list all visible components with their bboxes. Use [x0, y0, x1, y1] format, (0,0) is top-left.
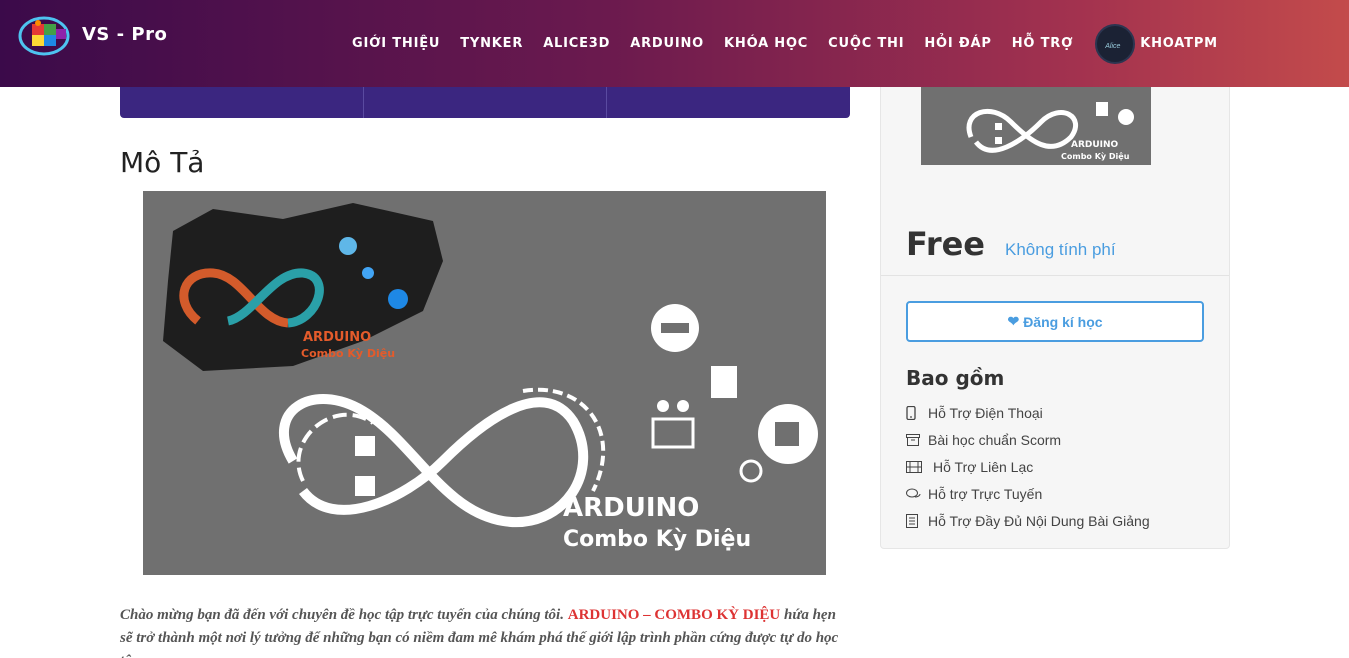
- course-banner-image: ARDUINO Combo Kỳ Diệu ARDUINO Combo Kỳ D…: [143, 191, 826, 575]
- chat-icon: [906, 488, 928, 500]
- brand-name: VS - Pro: [82, 24, 168, 45]
- top-navigation-bar: VS - Pro GIỚI THIỆU TYNKER ALICE3D ARDUI…: [0, 0, 1349, 87]
- archive-icon: [906, 433, 928, 446]
- heart-icon: ❤: [1007, 313, 1020, 329]
- arduino-thumb-graphic: ARDUINO Combo Kỳ Diệu: [966, 102, 1134, 161]
- list-item: Hỗ Trợ Đầy Đủ Nội Dung Bài Giảng: [906, 507, 1150, 534]
- course-sidebar-card: ARDUINO Combo Kỳ Diệu Free Không tính ph…: [880, 60, 1230, 549]
- nav-item-hoi-dap[interactable]: HỎI ĐÁP: [924, 36, 991, 51]
- list-item: Hỗ Trợ Liên Lạc: [906, 453, 1150, 480]
- nav-item-khoa-hoc[interactable]: KHÓA HỌC: [724, 36, 808, 51]
- enroll-button[interactable]: ❤ Đăng kí học: [906, 301, 1204, 342]
- divider: [881, 275, 1229, 276]
- svg-text:ARDUINO: ARDUINO: [1071, 140, 1119, 150]
- arduino-banner-graphic: ARDUINO Combo Kỳ Diệu ARDUINO Combo Kỳ D…: [163, 203, 818, 552]
- course-thumbnail: ARDUINO Combo Kỳ Diệu: [921, 87, 1151, 165]
- user-menu[interactable]: Alice KHOATPM: [1095, 23, 1218, 64]
- nav-item-alice3d[interactable]: ALICE3D: [543, 36, 610, 51]
- phone-icon: [906, 405, 928, 420]
- svg-text:Combo Kỳ Diệu: Combo Kỳ Diệu: [563, 527, 751, 552]
- price-note: Không tính phí: [1005, 240, 1116, 259]
- list-item: Hỗ trợ Trực Tuyến: [906, 480, 1150, 507]
- enroll-button-label: Đăng kí học: [1023, 313, 1103, 330]
- description-text: Chào mừng bạn đã đến với chuyên đề học t…: [120, 607, 839, 658]
- nav-item-tynker[interactable]: TYNKER: [460, 36, 523, 51]
- main-nav: GIỚI THIỆU TYNKER ALICE3D ARDUINO KHÓA H…: [352, 0, 1218, 87]
- includes-list: Hỗ Trợ Điện Thoại Bài học chuẩn Scorm Hỗ…: [906, 399, 1150, 534]
- svg-text:Combo Kỳ Diệu: Combo Kỳ Diệu: [1061, 152, 1130, 161]
- nav-item-arduino[interactable]: ARDUINO: [630, 36, 704, 51]
- film-icon: [906, 460, 933, 473]
- svg-text:ARDUINO: ARDUINO: [303, 330, 371, 345]
- nav-item-gioi-thieu[interactable]: GIỚI THIỆU: [352, 36, 440, 51]
- avatar[interactable]: Alice: [1095, 23, 1136, 64]
- nav-item-ho-tro[interactable]: HỖ TRỢ: [1012, 36, 1074, 51]
- svg-text:ARDUINO: ARDUINO: [563, 493, 699, 523]
- course-name-highlight: ARDUINO – COMBO KỲ DIỆU: [567, 607, 781, 623]
- puzzle-logo-icon: [18, 16, 70, 56]
- nav-item-cuoc-thi[interactable]: CUỘC THI: [828, 36, 904, 51]
- section-title: Mô Tả: [120, 146, 205, 179]
- svg-text:Combo Kỳ Diệu: Combo Kỳ Diệu: [301, 347, 395, 360]
- list-item: Hỗ Trợ Điện Thoại: [906, 399, 1150, 426]
- user-name[interactable]: KHOATPM: [1140, 36, 1218, 51]
- brand-logo[interactable]: VS - Pro: [18, 12, 178, 60]
- includes-title: Bao gồm: [906, 366, 1005, 390]
- list-item: Bài học chuẩn Scorm: [906, 426, 1150, 453]
- price-label: Free: [906, 225, 985, 263]
- document-icon: [906, 513, 928, 528]
- price-row: Free Không tính phí: [906, 225, 1116, 263]
